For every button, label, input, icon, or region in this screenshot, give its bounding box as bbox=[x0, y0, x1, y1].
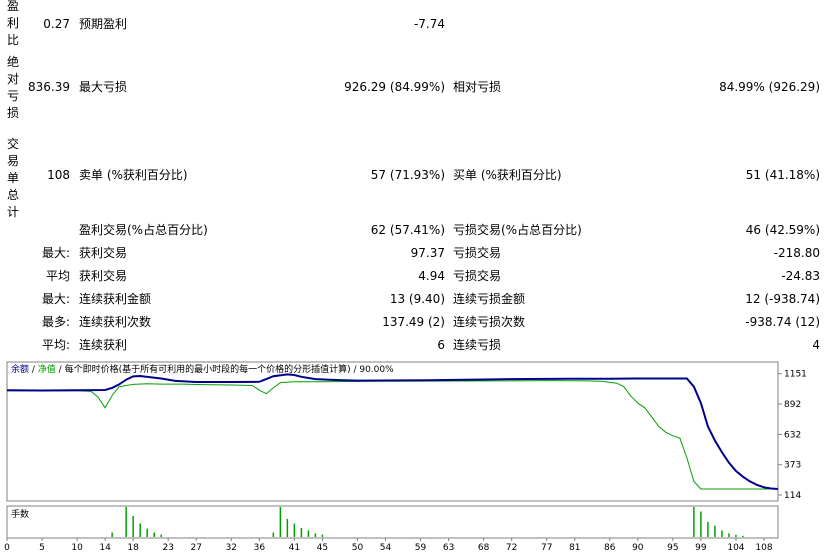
x-tick-label: 14 bbox=[99, 543, 111, 553]
x-tick-label: 59 bbox=[415, 543, 427, 553]
row-right-label: 亏损交易 bbox=[453, 269, 502, 283]
abs-drawdown-value: 836.39 bbox=[28, 80, 70, 94]
legend-sep: / bbox=[29, 365, 38, 375]
max-drawdown-value: 926.29 (84.99%) bbox=[344, 80, 445, 94]
total-trades-value: 108 bbox=[47, 168, 70, 182]
rel-drawdown-value: 84.99% (926.29) bbox=[719, 80, 820, 94]
row-prefix: 最大: bbox=[41, 292, 70, 306]
rel-drawdown-label: 相对亏损 bbox=[453, 80, 502, 94]
row-prefix: 平均: bbox=[41, 338, 70, 352]
y-tick-label: 892 bbox=[784, 400, 801, 410]
y-axis: 1151 892 632 373 114 bbox=[778, 370, 807, 501]
row-prefix: 最大: bbox=[41, 246, 70, 260]
legend-quality: 90.00% bbox=[359, 365, 394, 375]
loss-trades-label: 亏损交易(%占总百分比) bbox=[453, 223, 582, 237]
x-tick-label: 72 bbox=[506, 543, 517, 553]
x-tick-label: 41 bbox=[289, 543, 300, 553]
row-right-label: 连续亏损金额 bbox=[453, 292, 526, 306]
abs-drawdown-label: 绝对亏损 bbox=[7, 55, 20, 120]
x-tick-label: 45 bbox=[317, 543, 328, 553]
row-left-label: 获利交易 bbox=[79, 246, 128, 260]
max-drawdown-label: 最大亏损 bbox=[79, 80, 128, 94]
row-right-value: -24.83 bbox=[781, 269, 820, 283]
x-tick-label: 95 bbox=[667, 543, 678, 553]
profit-trades-value: 62 (57.41%) bbox=[370, 223, 445, 237]
legend-description: 每个即时价格(基于所有可利用的最小时段的每一个价格的分形插值计算) bbox=[65, 363, 351, 375]
y-tick-label: 1151 bbox=[784, 370, 807, 380]
row-left-value: 4.94 bbox=[418, 269, 445, 283]
row-left-value: 13 (9.40) bbox=[389, 292, 445, 306]
row-left-label: 连续获利 bbox=[79, 338, 128, 352]
row-left-label: 连续获利金额 bbox=[79, 292, 152, 306]
row-right-value: -218.80 bbox=[773, 246, 820, 260]
row-right-value: 4 bbox=[812, 338, 820, 352]
row-prefix: 平均 bbox=[45, 269, 70, 283]
row-left-label: 连续获利次数 bbox=[79, 315, 152, 329]
volume-label: 手数 bbox=[11, 508, 29, 520]
row-right-label: 亏损交易 bbox=[453, 246, 502, 260]
x-tick-label: 54 bbox=[380, 543, 392, 553]
y-tick-label: 373 bbox=[784, 461, 801, 471]
long-trades-label: 买单 (%获利百分比) bbox=[453, 168, 562, 182]
chart-legend: 余额 / 净值 / 每个即时价格(基于所有可利用的最小时段的每一个价格的分形插值… bbox=[11, 363, 394, 375]
long-trades-value: 51 (41.18%) bbox=[745, 168, 820, 182]
x-tick-label: 0 bbox=[4, 543, 10, 553]
y-tick-label: 632 bbox=[784, 430, 801, 440]
x-tick-label: 99 bbox=[695, 543, 707, 553]
legend-equity: 净值 bbox=[38, 363, 56, 375]
loss-trades-value: 46 (42.59%) bbox=[745, 223, 820, 237]
y-tick-label: 114 bbox=[784, 491, 801, 501]
legend-sep: / bbox=[56, 365, 65, 375]
profit-trades-label: 盈利交易(%占总百分比) bbox=[79, 223, 208, 237]
x-tick-label: 81 bbox=[569, 543, 580, 553]
row-left-value: 97.37 bbox=[410, 246, 445, 260]
x-tick-label: 36 bbox=[254, 543, 266, 553]
total-trades-label: 交易单总计 bbox=[7, 137, 20, 219]
row-right-label: 连续亏损次数 bbox=[453, 315, 526, 329]
short-trades-value: 57 (71.93%) bbox=[370, 168, 445, 182]
row-prefix: 最多: bbox=[41, 315, 70, 329]
x-tick-label: 27 bbox=[191, 543, 202, 553]
row-left-value: 6 bbox=[437, 338, 445, 352]
x-tick-label: 50 bbox=[352, 543, 364, 553]
short-trades-label: 卖单 (%获利百分比) bbox=[79, 168, 188, 182]
legend-balance: 余额 bbox=[11, 363, 29, 375]
x-tick-label: 108 bbox=[755, 543, 772, 553]
expected-payoff-label: 预期盈利 bbox=[79, 17, 128, 31]
row-right-value: -938.74 (12) bbox=[745, 315, 820, 329]
profit-ratio-value: 0.27 bbox=[43, 17, 70, 31]
row-left-value: 137.49 (2) bbox=[382, 315, 445, 329]
x-tick-label: 5 bbox=[39, 543, 45, 553]
x-tick-label: 77 bbox=[541, 543, 552, 553]
expected-payoff-value: -7.74 bbox=[413, 17, 445, 31]
row-left-label: 获利交易 bbox=[79, 269, 128, 283]
row-right-label: 连续亏损 bbox=[453, 338, 502, 352]
x-tick-label: 18 bbox=[127, 543, 139, 553]
x-tick-label: 104 bbox=[727, 543, 744, 553]
x-tick-label: 23 bbox=[162, 543, 173, 553]
x-tick-label: 86 bbox=[604, 543, 616, 553]
legend-sep: / bbox=[351, 365, 360, 375]
volume-frame bbox=[6, 505, 779, 539]
row-right-value: 12 (-938.74) bbox=[745, 292, 820, 306]
x-tick-label: 10 bbox=[71, 543, 83, 553]
x-tick-label: 68 bbox=[478, 543, 490, 553]
x-tick-label: 63 bbox=[443, 543, 454, 553]
x-tick-label: 32 bbox=[226, 543, 237, 553]
profit-ratio-label: 盈利比 bbox=[7, 0, 20, 47]
x-tick-label: 90 bbox=[632, 543, 644, 553]
balance-equity-chart: 余额 / 净值 / 每个即时价格(基于所有可利用的最小时段的每一个价格的分形插值… bbox=[4, 361, 807, 553]
x-axis: 0 5 10 14 18 23 27 32 36 41 45 50 54 59 63 68 72 77 81 86 90… bbox=[4, 538, 773, 553]
